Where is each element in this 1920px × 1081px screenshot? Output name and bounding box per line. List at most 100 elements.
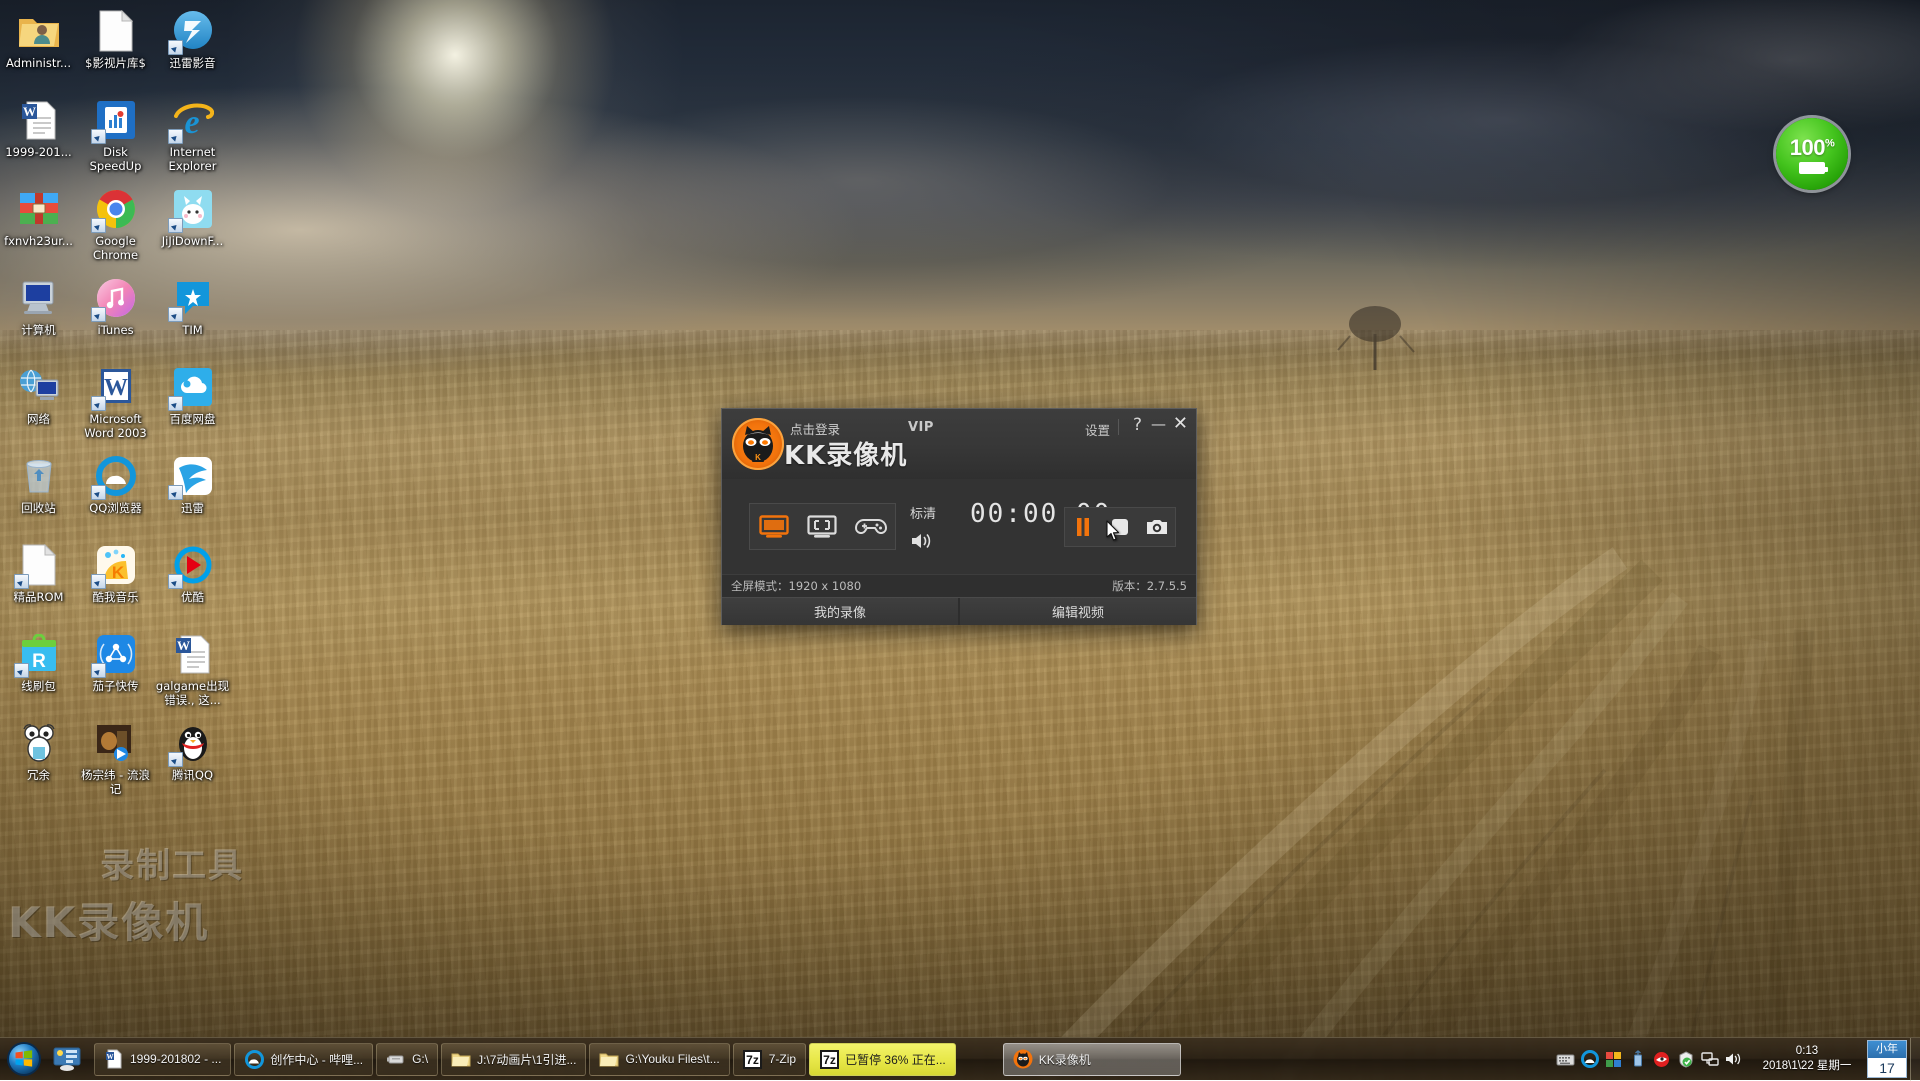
qq-browser-tray-icon[interactable] (1580, 1050, 1599, 1069)
start-button[interactable] (0, 1039, 48, 1079)
my-recordings-button[interactable]: 我的录像 (722, 598, 958, 625)
desktop-icon-xunlei[interactable]: 迅雷 (154, 449, 231, 538)
desktop-icon-rom-flash[interactable]: R 线刷包 (0, 627, 77, 716)
desktop-icon-xunlei-player[interactable]: 迅雷影音 (154, 4, 231, 93)
tree-icon (1320, 300, 1430, 370)
desktop-icon-baidu-netdisk[interactable]: 百度网盘 (154, 360, 231, 449)
task-button-label: 1999-201802 - ... (130, 1052, 221, 1066)
kk-status-row: 全屏模式：1920 x 1080 版本：2.7.5.5 (722, 574, 1196, 597)
kk-minimize-button[interactable]: — (1151, 417, 1166, 431)
desktop-icon-galgame-doc[interactable]: W galgame出现错误., 这... (154, 627, 231, 716)
desktop-icon-tencent-qq[interactable]: 腾讯QQ (154, 716, 231, 805)
pause-icon[interactable] (1068, 514, 1098, 540)
desktop-icon-administrator[interactable]: Administr... (0, 4, 77, 93)
kk-help-button[interactable]: ? (1133, 415, 1142, 435)
kk-vip-label[interactable]: VIP (908, 420, 934, 435)
shortcut-arrow-icon (14, 663, 29, 678)
desktop-icon-label: Disk SpeedUp (79, 146, 153, 173)
task-button-drive-g[interactable]: G:\ (376, 1043, 438, 1076)
blank-document-icon (93, 8, 139, 54)
desktop-icon-disk-speedup[interactable]: Disk SpeedUp (77, 93, 154, 182)
show-desktop-gadget-icon[interactable] (50, 1042, 84, 1076)
kk-close-button[interactable]: ✕ (1173, 413, 1188, 434)
kk-window-titlebar[interactable]: K 点击登录 VIP KK录像机 设置 ? — ✕ (722, 409, 1196, 479)
battery-icon (1799, 162, 1825, 174)
shortcut-arrow-icon (168, 129, 183, 144)
kk-recorder-icon (1013, 1049, 1033, 1069)
desktop-icon-frog[interactable]: 冗余 (0, 716, 77, 805)
speaker-icon[interactable] (910, 531, 964, 555)
task-button-qq-browser[interactable]: 创作中心 - 哔哩... (234, 1043, 373, 1076)
green-check-icon[interactable] (1676, 1050, 1695, 1069)
desktop-icon-archive[interactable]: fxnvh23ur... (0, 182, 77, 271)
desktop-icon-network[interactable]: 网络 (0, 360, 77, 449)
task-button-kk-recorder[interactable]: KK录像机 (1003, 1043, 1181, 1076)
desktop-icon-label: Google Chrome (79, 235, 153, 262)
kk-settings-button[interactable]: 设置 (1085, 420, 1110, 439)
battery-gadget[interactable]: 100% (1776, 118, 1848, 190)
desktop-icon-youku[interactable]: 优酷 (154, 538, 231, 627)
desktop-icon-label: fxnvh23ur... (4, 235, 73, 249)
microsoft-word-icon: W (93, 364, 139, 410)
region-select-icon[interactable] (802, 511, 842, 543)
desktop-icon-qq-browser[interactable]: QQ浏览器 (77, 449, 154, 538)
desktop-icon-jijidown[interactable]: JiJiDownF... (154, 182, 231, 271)
task-button-word-doc[interactable]: W 1999-201802 - ... (94, 1043, 231, 1076)
desktop-icon-music-video[interactable]: 杨宗纬 - 流浪记 (77, 716, 154, 805)
titlebar-divider (1118, 419, 1119, 435)
edit-video-button[interactable]: 编辑视频 (958, 598, 1196, 625)
task-button-7zip[interactable]: 7z 7-Zip (733, 1043, 806, 1076)
battery-percent: 100% (1790, 135, 1835, 161)
kk-capture-mode-group (749, 503, 896, 550)
desktop-icon-computer[interactable]: 计算机 (0, 271, 77, 360)
task-button-label: KK录像机 (1039, 1051, 1091, 1068)
volume-icon[interactable] (1724, 1050, 1743, 1069)
desktop-icon-rom-doc[interactable]: 精品ROM (0, 538, 77, 627)
taskbar-clock[interactable]: 0:13 2018\1\22 星期一 (1747, 1044, 1867, 1074)
task-button-folder-j[interactable]: J:\7动画片\1引进... (441, 1043, 586, 1076)
calendar-gadget[interactable]: 小年 17 (1867, 1040, 1907, 1078)
usb-safely-remove-icon[interactable] (1628, 1050, 1647, 1069)
task-button-label: 已暂停 36% 正在... (845, 1051, 946, 1068)
desktop-icon-shareit[interactable]: 茄子快传 (77, 627, 154, 716)
desktop-icon-kuwo-music[interactable]: K 酷我音乐 (77, 538, 154, 627)
clock-date: 2018\1\22 星期一 (1755, 1059, 1859, 1074)
colorful-tray-icon[interactable] (1604, 1050, 1623, 1069)
computer-icon (16, 275, 62, 321)
word-document-icon: W (16, 97, 62, 143)
network-icon[interactable] (1700, 1050, 1719, 1069)
svg-text:K: K (111, 563, 124, 582)
kk-recorder-window[interactable]: K 点击登录 VIP KK录像机 设置 ? — ✕ (721, 408, 1197, 625)
desktop-icon-label: $影视片库$ (85, 57, 146, 71)
kk-quality-label[interactable]: 标清 (910, 503, 964, 522)
camera-icon[interactable] (1142, 514, 1172, 540)
desktop-icon-label: Internet Explorer (156, 146, 230, 173)
desktop-icon-recycle-bin[interactable]: 回收站 (0, 449, 77, 538)
baidu-netdisk-icon (170, 364, 216, 410)
desktop-icon-internet-explorer[interactable]: e Internet Explorer (154, 93, 231, 182)
kk-window-body: 标清 00:00:00 (722, 479, 1196, 574)
sevenzip-icon: 7z (819, 1049, 839, 1069)
keyboard-icon[interactable] (1556, 1050, 1575, 1069)
desktop-icon-film-library[interactable]: $影视片库$ (77, 4, 154, 93)
fullscreen-monitor-icon[interactable] (754, 511, 794, 543)
desktop-icon-tim[interactable]: TIM (154, 271, 231, 360)
desktop-icon-itunes[interactable]: iTunes (77, 271, 154, 360)
svg-text:W: W (23, 104, 36, 119)
desktop-icon-microsoft-word[interactable]: W Microsoft Word 2003 (77, 360, 154, 449)
show-desktop-button[interactable] (1910, 1038, 1920, 1081)
task-button-7zip-paused[interactable]: 7z 已暂停 36% 正在... (809, 1043, 956, 1076)
desktop-icon-label: JiJiDownF... (162, 235, 224, 249)
antivirus-shield-icon[interactable] (1652, 1050, 1671, 1069)
desktop-icon-label: 百度网盘 (170, 413, 216, 427)
desktop-icon-word-doc[interactable]: W 1999-201... (0, 93, 77, 182)
itunes-icon (93, 275, 139, 321)
task-button-label: J:\7动画片\1引进... (477, 1051, 576, 1068)
task-button-folder-youku[interactable]: G:\Youku Files\t... (589, 1043, 729, 1076)
svg-text:7z: 7z (746, 1053, 759, 1067)
desktop-icon-google-chrome[interactable]: Google Chrome (77, 182, 154, 271)
stop-icon[interactable] (1105, 514, 1135, 540)
desktop-icon-label: 计算机 (21, 324, 56, 338)
folder-icon (599, 1049, 619, 1069)
game-controller-icon[interactable] (851, 511, 891, 543)
